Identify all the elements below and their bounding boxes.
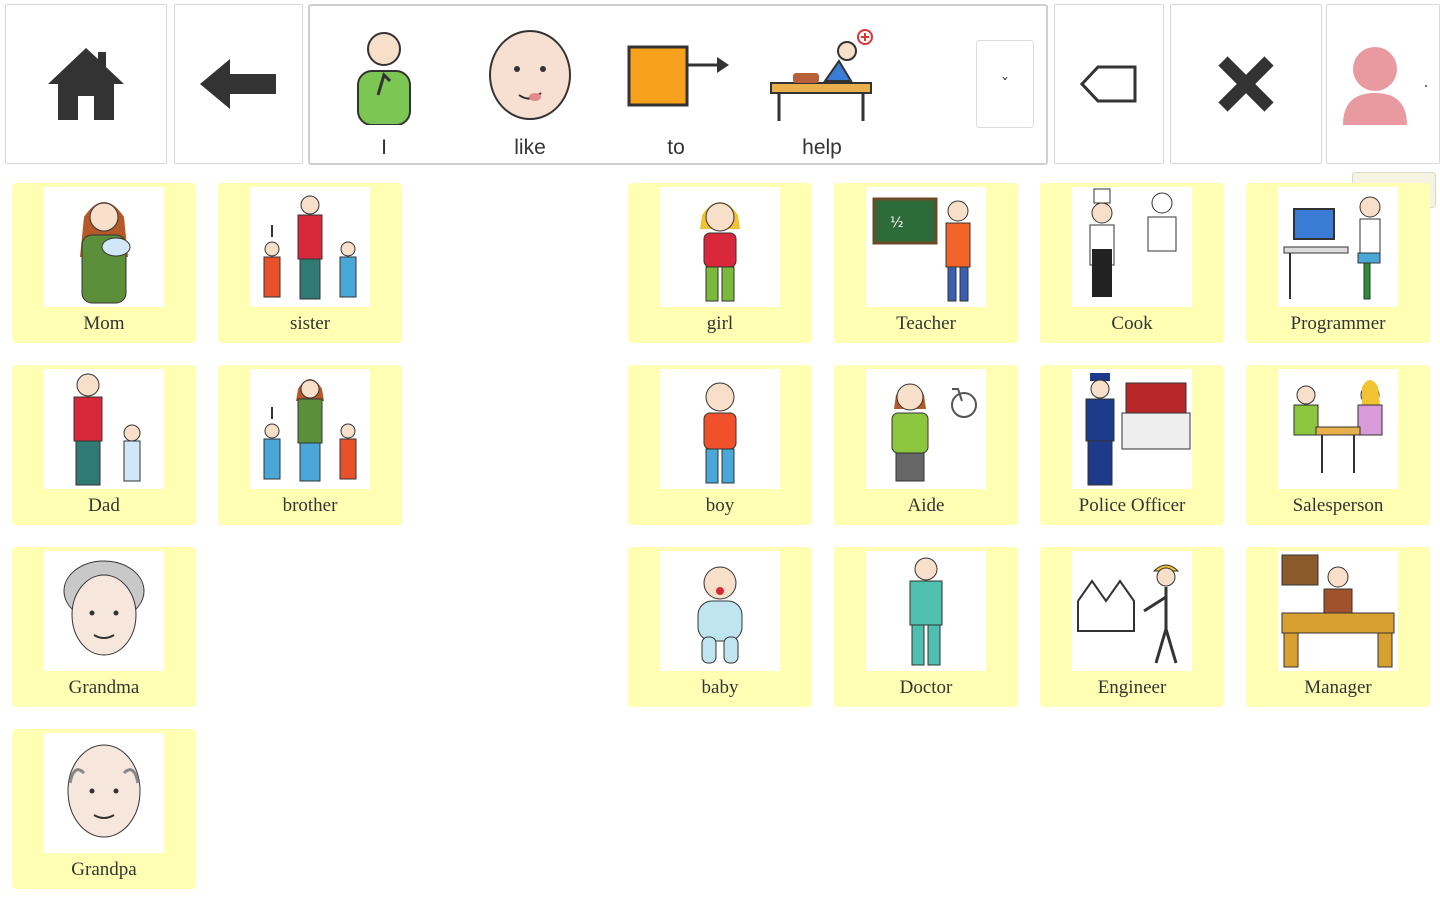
engineer-icon xyxy=(1077,564,1180,664)
tile-label: Aide xyxy=(907,495,945,516)
boy-icon xyxy=(703,382,737,484)
tile-label: Police Officer xyxy=(1078,495,1186,516)
tile-label: Dad xyxy=(88,495,120,516)
tile-teacher[interactable]: ½ Teacher xyxy=(834,183,1018,343)
to-arrow-icon xyxy=(627,45,729,107)
cook-icon xyxy=(1089,188,1177,297)
sentence-word[interactable]: help xyxy=(762,20,882,164)
sentence-bar[interactable]: I like to help ˇ xyxy=(308,4,1048,165)
tile-engineer[interactable]: Engineer xyxy=(1040,547,1224,707)
tile-label: brother xyxy=(282,495,338,516)
tile-grandma[interactable]: Grandma xyxy=(12,547,196,707)
aide-icon xyxy=(891,383,977,482)
baby-icon xyxy=(697,566,743,664)
tile-brother[interactable]: brother xyxy=(218,365,402,525)
police-officer-icon xyxy=(1085,373,1191,486)
tile-girl[interactable]: girl xyxy=(628,183,812,343)
tile-programmer[interactable]: Programmer xyxy=(1246,183,1430,343)
sentence-word-label: help xyxy=(802,136,842,159)
tile-mom[interactable]: Mom xyxy=(12,183,196,343)
help-icon xyxy=(770,29,873,121)
manager-icon xyxy=(1281,554,1395,668)
tile-dad[interactable]: Dad xyxy=(12,365,196,525)
sentence-word[interactable]: to xyxy=(616,20,736,164)
tile-sister[interactable]: sister xyxy=(218,183,402,343)
sister-icon xyxy=(263,195,357,300)
clear-button[interactable] xyxy=(1170,4,1322,164)
clear-x-icon xyxy=(1218,56,1274,112)
tile-label: Teacher xyxy=(896,313,956,334)
back-arrow-icon xyxy=(199,59,276,109)
svg-text:½: ½ xyxy=(890,215,904,231)
tile-baby[interactable]: baby xyxy=(628,547,812,707)
user-menu-indicator: · xyxy=(1423,75,1429,95)
girl-icon xyxy=(700,202,740,302)
dad-icon xyxy=(73,373,141,486)
salesperson-icon xyxy=(1293,380,1383,473)
home-icon xyxy=(48,48,124,120)
tile-police-officer[interactable]: Police Officer xyxy=(1040,365,1224,525)
sentence-expand-button[interactable]: ˇ xyxy=(976,40,1034,128)
teacher-icon: ½ xyxy=(872,197,971,302)
tile-label: Manager xyxy=(1304,677,1372,698)
doctor-icon xyxy=(909,557,943,666)
back-button[interactable] xyxy=(174,4,303,164)
like-face-icon xyxy=(489,30,571,120)
sentence-word-label: to xyxy=(667,136,685,159)
sentence-word-label: I xyxy=(381,136,387,159)
backspace-icon xyxy=(1080,65,1137,103)
tile-label: Engineer xyxy=(1097,677,1167,698)
tile-label: sister xyxy=(289,313,331,334)
tile-label: Grandpa xyxy=(71,859,137,880)
tile-label: Cook xyxy=(1111,313,1153,334)
tile-boy[interactable]: boy xyxy=(628,365,812,525)
tile-label: Salesperson xyxy=(1292,495,1384,516)
programmer-icon xyxy=(1283,196,1381,300)
tile-label: boy xyxy=(705,495,735,516)
mom-icon xyxy=(80,202,131,304)
tile-label: Mom xyxy=(83,313,125,334)
tile-grandpa[interactable]: Grandpa xyxy=(12,729,196,889)
tile-label: girl xyxy=(706,313,734,334)
tile-salesperson[interactable]: Salesperson xyxy=(1246,365,1430,525)
tile-cook[interactable]: Cook xyxy=(1040,183,1224,343)
brother-icon xyxy=(263,379,357,482)
tile-aide[interactable]: Aide xyxy=(834,365,1018,525)
tile-label: Grandma xyxy=(68,677,140,698)
backspace-button[interactable] xyxy=(1054,4,1164,164)
sentence-word[interactable]: like xyxy=(470,20,590,164)
grandma-icon xyxy=(63,560,145,656)
user-avatar-icon xyxy=(1343,47,1407,125)
tile-label: Programmer xyxy=(1290,313,1386,334)
tile-doctor[interactable]: Doctor xyxy=(834,547,1018,707)
tile-manager[interactable]: Manager xyxy=(1246,547,1430,707)
sentence-word[interactable]: I xyxy=(324,20,444,164)
tile-label: baby xyxy=(701,677,739,698)
home-button[interactable] xyxy=(5,4,167,164)
i-person-icon xyxy=(357,32,411,125)
chevron-down-icon: ˇ xyxy=(1001,74,1009,94)
tile-label: Doctor xyxy=(899,677,953,698)
user-button[interactable]: · xyxy=(1326,4,1440,164)
sentence-word-label: like xyxy=(514,136,546,159)
grandpa-icon xyxy=(67,744,141,838)
